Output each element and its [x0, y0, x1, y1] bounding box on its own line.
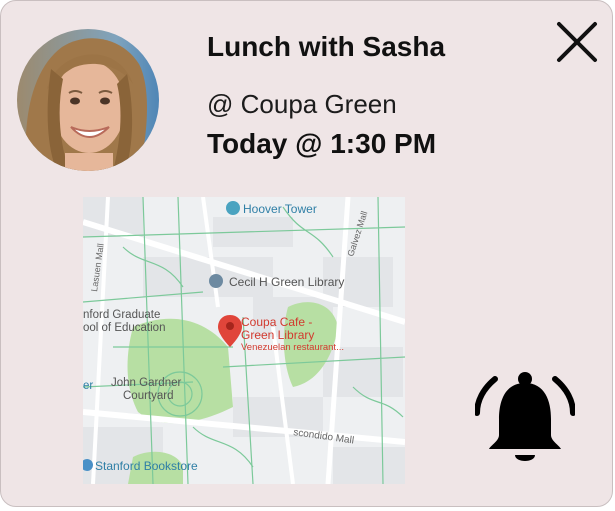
- map-label-hoover-tower: Hoover Tower: [243, 202, 317, 216]
- reminder-bell-button[interactable]: [474, 371, 576, 469]
- map-label-cecil-green: Cecil H Green Library: [229, 275, 344, 289]
- map-label-courtyard-2: Courtyard: [123, 390, 174, 402]
- map-label-coupa-1: Coupa Cafe -: [241, 315, 312, 329]
- map-label-courtyard-1: John Gardner: [111, 377, 181, 389]
- avatar: [17, 29, 159, 171]
- event-location: @ Coupa Green: [207, 89, 397, 119]
- location-map[interactable]: Hoover Tower Cecil H Green Library nford…: [83, 197, 405, 484]
- close-icon: [557, 22, 597, 62]
- map-label-coupa-sub: Venezuelan restaurant...: [241, 342, 344, 353]
- map-label-bookstore: Stanford Bookstore: [95, 459, 198, 473]
- event-title: Lunch with Sasha: [207, 31, 446, 62]
- event-time: Today @ 1:30 PM: [207, 128, 437, 159]
- bell-ringing-icon: [474, 372, 576, 461]
- close-button[interactable]: [554, 19, 600, 65]
- map-label-coupa-2: Green Library: [241, 328, 314, 342]
- map-label-grad-school-2: ool of Education: [83, 322, 165, 334]
- event-card: Lunch with Sasha @ Coupa Green Today @ 1…: [0, 0, 613, 507]
- map-label-edge: er: [83, 380, 93, 392]
- map-label-grad-school-1: nford Graduate: [83, 309, 160, 321]
